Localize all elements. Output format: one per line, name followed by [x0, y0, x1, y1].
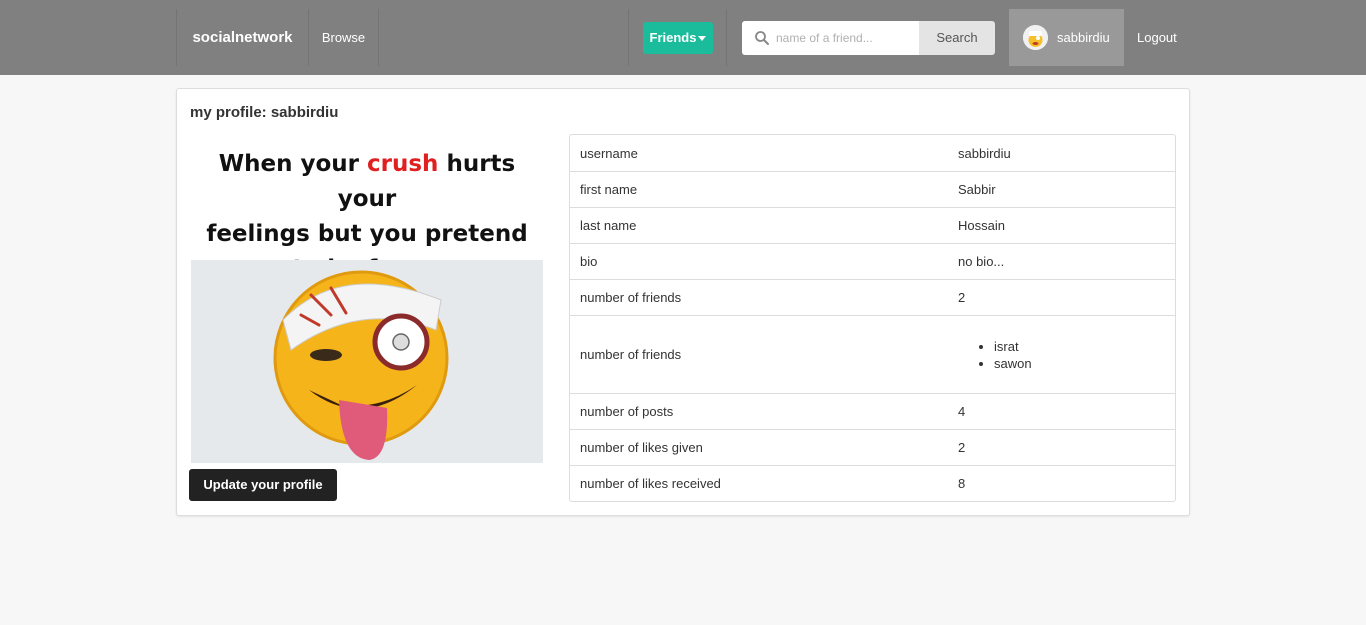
table-row: bio no bio... — [570, 243, 1175, 279]
table-row: number of friends 2 — [570, 279, 1175, 315]
friends-label: Friends — [649, 30, 697, 45]
navbar-container: socialnetwork Browse Friends Search sabb… — [176, 9, 1190, 66]
row-value: sabbirdiu — [958, 145, 1011, 161]
row-key: username — [580, 145, 638, 161]
meme-text-crush: crush — [367, 151, 439, 177]
emoji-illustration — [191, 260, 543, 463]
search-button[interactable]: Search — [919, 21, 995, 55]
row-key: first name — [570, 171, 948, 207]
friends-list: israt sawon — [958, 338, 1165, 372]
profile-panel: my profile: sabbirdiu When your crush hu… — [176, 88, 1190, 516]
row-value: 8 — [948, 465, 1175, 501]
update-profile-button[interactable]: Update your profile — [189, 469, 337, 501]
table-row: username sabbirdiu — [570, 135, 1175, 171]
row-key: number of likes received — [570, 465, 948, 501]
table-row: number of likes given 2 — [570, 429, 1175, 465]
friends-dropdown-button[interactable]: Friends — [643, 22, 713, 54]
page-title: my profile: sabbirdiu — [190, 104, 339, 121]
friend-list-item[interactable]: sawon — [994, 355, 1165, 372]
table-row: number of likes received 8 — [570, 465, 1175, 501]
meme-text-part: When your — [218, 151, 368, 177]
search-icon — [755, 31, 769, 45]
logout-link[interactable]: Logout — [1137, 9, 1177, 66]
table-row: number of posts 4 — [570, 393, 1175, 429]
top-navbar: socialnetwork Browse Friends Search sabb… — [0, 0, 1366, 75]
search-field — [742, 21, 919, 55]
row-value: 2 — [948, 279, 1175, 315]
table-row: first name Sabbir — [570, 171, 1175, 207]
row-key: number of friends — [570, 279, 948, 315]
user-menu[interactable]: sabbirdiu — [1009, 9, 1124, 66]
row-key: bio — [570, 243, 948, 279]
avatar — [1023, 25, 1048, 50]
row-key: last name — [570, 207, 948, 243]
row-value: 2 — [948, 429, 1175, 465]
row-value: 4 — [948, 393, 1175, 429]
table-row: number of friends israt sawon — [570, 315, 1175, 393]
browse-link[interactable]: Browse — [309, 9, 379, 66]
friend-list-item[interactable]: israt — [994, 338, 1165, 355]
row-value: Hossain — [948, 207, 1175, 243]
row-value: no bio... — [948, 243, 1175, 279]
user-name: sabbirdiu — [1057, 30, 1110, 45]
caret-down-icon — [698, 36, 707, 42]
brand-link[interactable]: socialnetwork — [176, 9, 309, 66]
meme-text-line: feelings but you pretend — [206, 221, 528, 247]
profile-image: When your crush hurts your feelings but … — [191, 137, 543, 463]
row-value: Sabbir — [948, 171, 1175, 207]
search-input[interactable] — [776, 21, 916, 55]
row-key: number of likes given — [570, 429, 948, 465]
row-key: number of friends — [570, 315, 948, 393]
profile-info-table: username sabbirdiu first name Sabbir last … — [569, 134, 1176, 502]
table-row: last name Hossain — [570, 207, 1175, 243]
row-value: israt sawon — [948, 315, 1175, 393]
nav-divider — [726, 9, 727, 66]
row-key: number of posts — [570, 393, 948, 429]
search-form: Search — [742, 21, 995, 55]
nav-divider — [628, 9, 629, 66]
